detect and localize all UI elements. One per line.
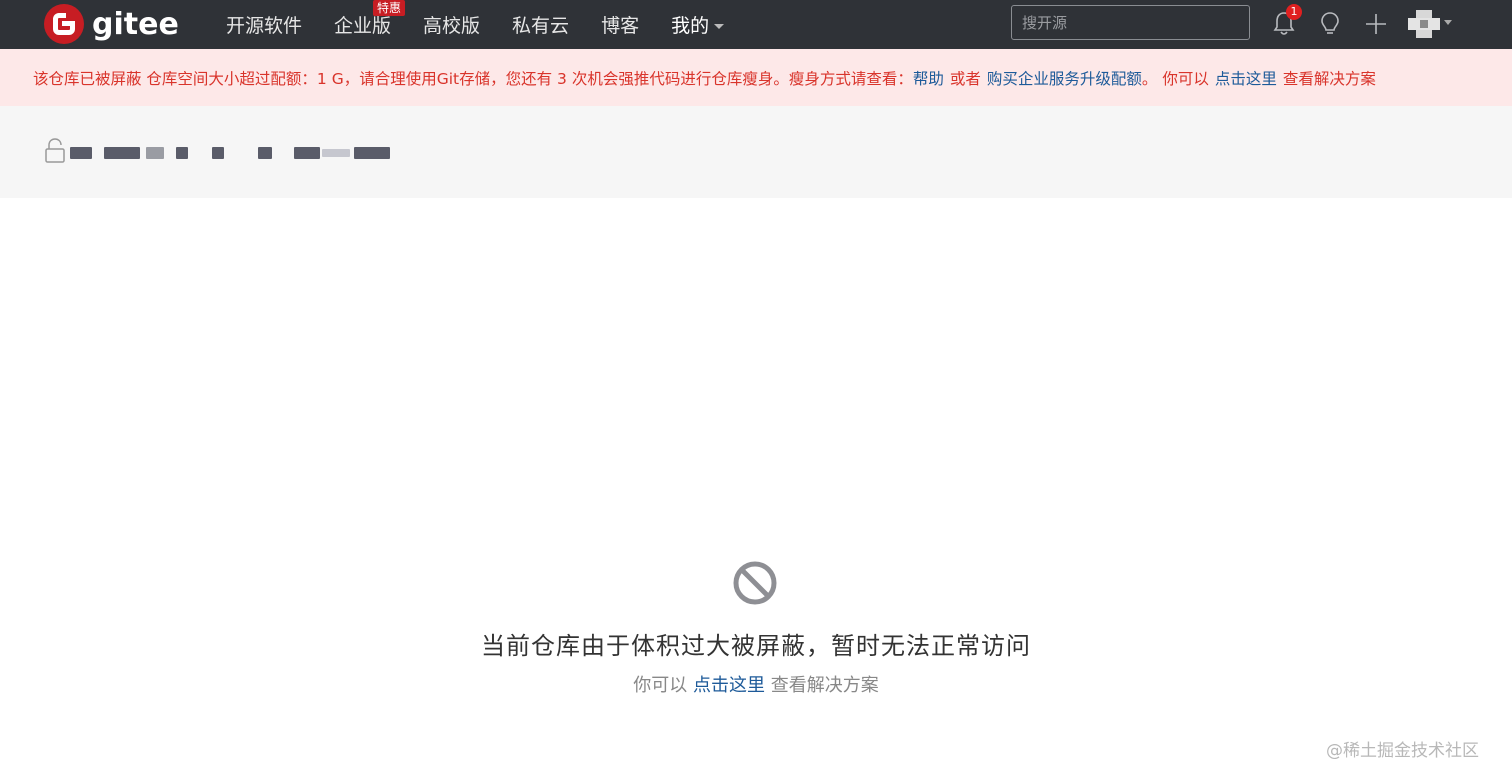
blocked-sub-text: 查看解决方案: [770, 675, 879, 696]
gitee-logo-icon: [44, 4, 84, 44]
click-here-link[interactable]: 点击这里: [1215, 67, 1277, 89]
avatar-chevron-down-icon[interactable]: [1444, 20, 1452, 25]
nav-label: 博客: [601, 15, 640, 37]
banner-text: 查看解决方案: [1282, 69, 1376, 88]
nav-label: 开源软件: [226, 15, 303, 37]
banner-text: 该仓库已被屏蔽 仓库空间大小超过配额：1 G，请合理使用Git存储，您还有 3 …: [33, 69, 913, 88]
nav-item-mine-dropdown[interactable]: 我的: [655, 0, 740, 49]
blocked-title: 当前仓库由于体积过大被屏蔽，暂时无法正常访问: [481, 632, 1031, 660]
gitee-logo[interactable]: gitee: [44, 2, 179, 46]
nav-item-education[interactable]: 高校版: [407, 0, 496, 49]
blocked-subtitle: 你可以 点击这里 查看解决方案: [0, 671, 1512, 697]
click-here-solution-link[interactable]: 点击这里: [693, 675, 765, 696]
nav-label: 高校版: [423, 15, 481, 37]
chevron-down-icon: [714, 23, 725, 29]
banner-text: 。 你可以: [1141, 69, 1209, 88]
main-nav: 开源软件 企业版 特惠 高校版 私有云 博客 我的: [210, 0, 740, 49]
top-navbar: gitee 开源软件 企业版 特惠 高校版 私有云 博客 我的 1: [0, 0, 1512, 49]
search-input[interactable]: [1011, 5, 1250, 40]
nav-label: 私有云: [512, 15, 570, 37]
plus-icon[interactable]: [1360, 8, 1392, 40]
nav-item-private-cloud[interactable]: 私有云: [496, 0, 585, 49]
nav-item-open-source[interactable]: 开源软件: [210, 0, 318, 49]
logo-text: gitee: [92, 6, 179, 42]
lock-icon: [45, 138, 65, 163]
nav-label: 我的: [671, 15, 710, 37]
banner-text: 或者: [949, 69, 981, 88]
notification-count-badge: 1: [1286, 4, 1302, 20]
nav-item-enterprise[interactable]: 企业版 特惠: [318, 0, 407, 49]
blocked-sub-text: 你可以: [633, 675, 688, 696]
promo-badge: 特惠: [373, 0, 406, 16]
lightbulb-icon[interactable]: [1314, 8, 1346, 40]
upgrade-quota-link[interactable]: 购买企业服务升级配额: [987, 67, 1142, 89]
nav-item-blog[interactable]: 博客: [585, 0, 655, 49]
help-link[interactable]: 帮助: [913, 67, 944, 89]
user-avatar[interactable]: [1406, 8, 1442, 40]
watermark: @稀土掘金技术社区: [1326, 741, 1479, 761]
repo-header: [0, 106, 1512, 198]
repo-blocked-banner: 该仓库已被屏蔽 仓库空间大小超过配额：1 G，请合理使用Git存储，您还有 3 …: [0, 49, 1512, 106]
blocked-icon: [733, 561, 777, 605]
